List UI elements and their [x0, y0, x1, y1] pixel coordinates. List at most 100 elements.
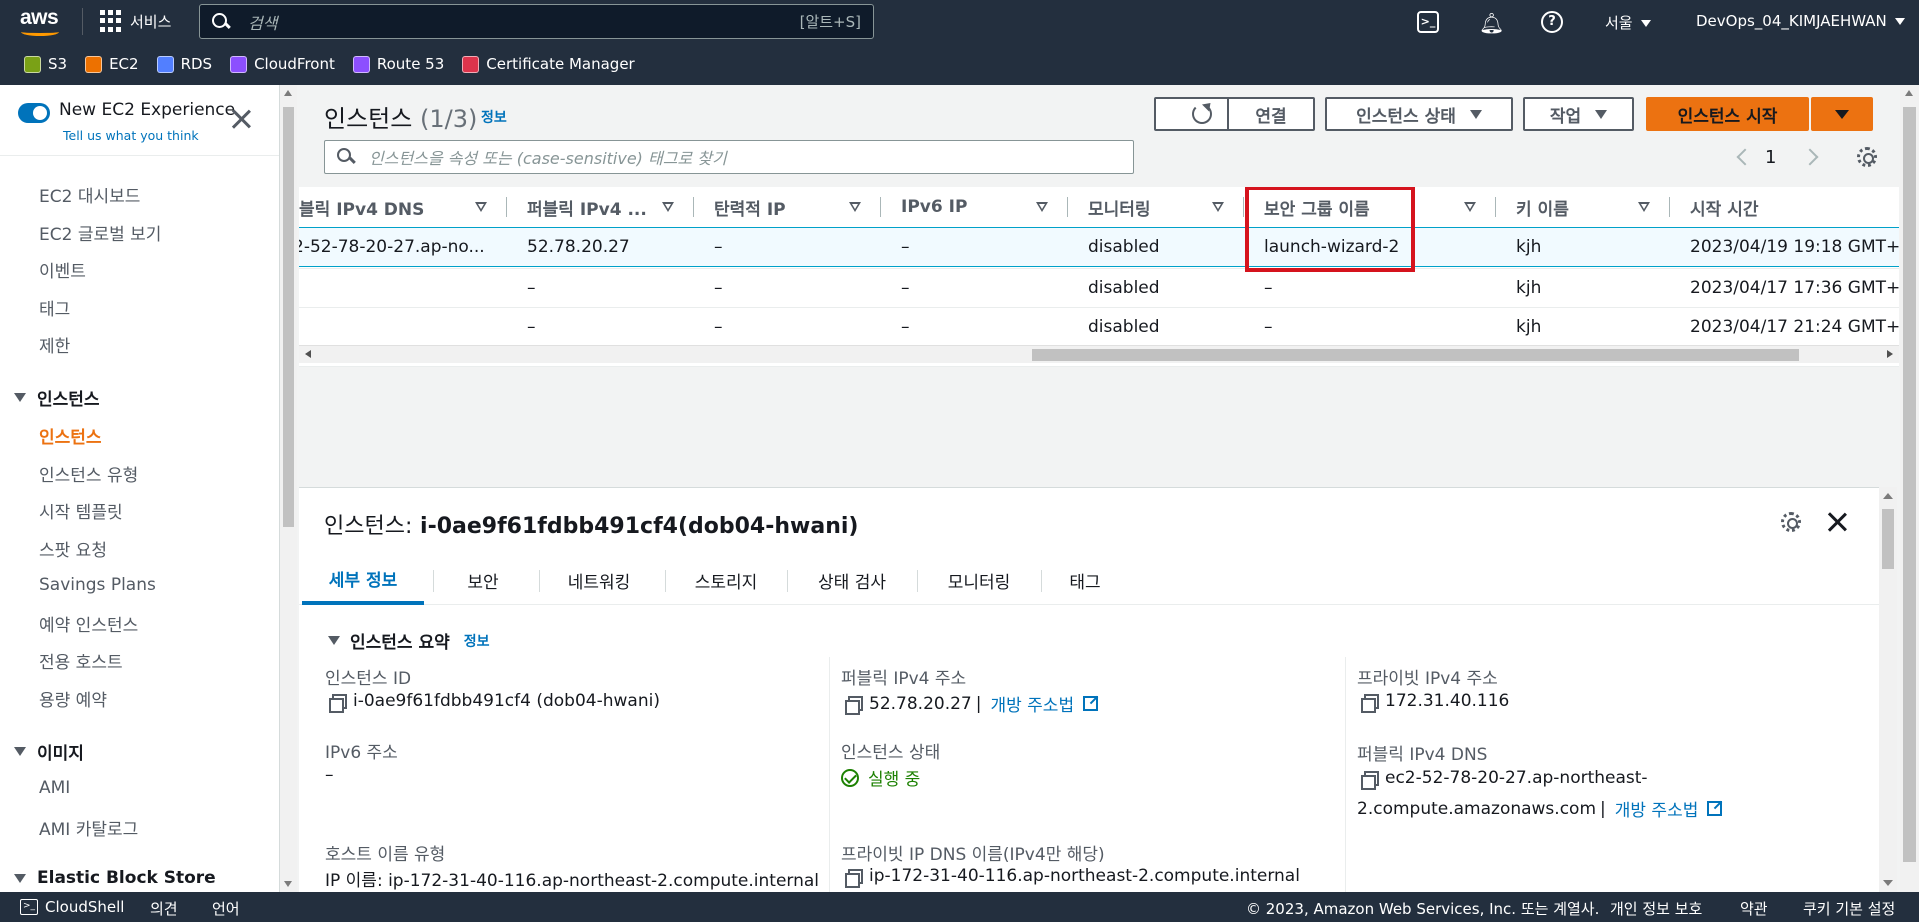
copy-icon[interactable]: [1361, 693, 1379, 713]
sidebar-section-instances[interactable]: 인스턴스: [14, 385, 100, 410]
search-input[interactable]: 검색 [알트+S]: [199, 4, 874, 39]
tab-tags[interactable]: 태그: [1041, 555, 1129, 605]
tab-status-checks[interactable]: 상태 검사: [787, 555, 917, 605]
table-row[interactable]: – – – disabled – kjh 2023/04/17 21:24 GM…: [299, 307, 1899, 347]
sidebar-item-limits[interactable]: 제한: [39, 332, 70, 357]
favorite-s3[interactable]: S3: [24, 55, 67, 73]
tab-security[interactable]: 보안: [433, 555, 533, 605]
copy-icon[interactable]: [845, 868, 863, 888]
sort-icon[interactable]: [1638, 202, 1650, 212]
sidebar-item-dedicated-hosts[interactable]: 전용 호스트: [39, 648, 123, 673]
table-row[interactable]: – – – disabled – kjh 2023/04/17 17:36 GM…: [299, 268, 1899, 308]
settings-gear-icon[interactable]: [1857, 147, 1877, 167]
favorite-rds[interactable]: RDS: [156, 55, 212, 73]
sidebar-item-ami[interactable]: AMI: [39, 778, 70, 798]
external-link-icon[interactable]: [1083, 696, 1099, 711]
detail-scrollbar[interactable]: [1879, 487, 1897, 892]
new-experience-toggle[interactable]: [18, 103, 50, 123]
feedback-link[interactable]: Tell us what you think: [63, 128, 199, 143]
connect-button[interactable]: 연결: [1227, 97, 1315, 131]
feedback-link[interactable]: 의견: [150, 898, 178, 919]
sidebar-item-savings-plans[interactable]: Savings Plans: [39, 575, 156, 595]
scrollbar-thumb[interactable]: [1882, 509, 1894, 569]
instance-state-button[interactable]: 인스턴스 상태: [1325, 97, 1513, 131]
help-icon[interactable]: ?: [1541, 11, 1563, 33]
table-row[interactable]: 2-52-78-20-27.ap-no... 52.78.20.27 – – d…: [299, 227, 1899, 267]
scroll-down-arrow[interactable]: [1883, 880, 1893, 886]
chevron-left-icon[interactable]: [1736, 148, 1754, 166]
sidebar-item-tags[interactable]: 태그: [39, 295, 70, 320]
terms-link[interactable]: 약관: [1740, 898, 1768, 919]
sort-icon[interactable]: [662, 202, 674, 212]
column-header-public-ipv4[interactable]: 퍼블릭 IPv4 ...: [527, 187, 647, 227]
tab-storage[interactable]: 스토리지: [665, 555, 787, 605]
cloudshell-icon[interactable]: >_: [1417, 11, 1439, 33]
scroll-up-arrow[interactable]: [284, 90, 292, 96]
external-link-icon[interactable]: [1707, 801, 1723, 816]
open-address-link[interactable]: 개방 주소법: [990, 691, 1074, 716]
column-divider[interactable]: [1067, 197, 1068, 217]
favorite-certificate-manager[interactable]: Certificate Manager: [462, 55, 635, 73]
copy-icon[interactable]: [1361, 770, 1379, 790]
open-address-link[interactable]: 개방 주소법: [1615, 796, 1699, 821]
chevron-right-icon[interactable]: [1801, 148, 1819, 166]
sidebar-section-ebs[interactable]: Elastic Block Store: [14, 868, 216, 888]
close-icon[interactable]: [1827, 512, 1847, 532]
cloudshell-link[interactable]: CloudShell: [45, 898, 124, 916]
column-header-monitoring[interactable]: 모니터링: [1088, 187, 1151, 227]
sidebar-item-instances[interactable]: 인스턴스: [39, 423, 102, 448]
info-link[interactable]: 정보: [464, 631, 490, 651]
copy-icon[interactable]: [845, 696, 863, 715]
filter-input[interactable]: 인스턴스을 속성 또는 (case-sensitive) 태그로 찾기: [324, 140, 1134, 174]
privacy-link[interactable]: 개인 정보 보호: [1610, 898, 1702, 919]
scrollbar-thumb[interactable]: [1032, 349, 1799, 361]
scrollbar-thumb[interactable]: [283, 107, 294, 527]
favorite-ec2[interactable]: EC2: [85, 55, 139, 73]
sidebar-item-dashboard[interactable]: EC2 대시보드: [39, 182, 140, 207]
column-header-public-dns[interactable]: 블릭 IPv4 DNS: [299, 187, 424, 227]
scroll-down-arrow[interactable]: [284, 881, 292, 887]
sidebar-item-spot-requests[interactable]: 스팟 요청: [39, 536, 107, 561]
tab-details[interactable]: 세부 정보: [302, 555, 424, 605]
cookie-preferences-link[interactable]: 쿠키 기본 설정: [1803, 898, 1895, 919]
actions-button[interactable]: 작업: [1523, 97, 1634, 131]
favorite-route53[interactable]: Route 53: [352, 55, 444, 73]
column-divider[interactable]: [880, 197, 881, 217]
favorite-cloudfront[interactable]: CloudFront: [230, 55, 335, 73]
tab-monitoring[interactable]: 모니터링: [917, 555, 1041, 605]
language-link[interactable]: 언어: [212, 898, 240, 919]
sidebar-item-reserved-instances[interactable]: 예약 인스턴스: [39, 611, 138, 636]
column-divider[interactable]: [1243, 197, 1244, 217]
launch-dropdown-button[interactable]: [1811, 97, 1873, 131]
scroll-up-arrow[interactable]: [1883, 493, 1893, 499]
sidebar-item-global-view[interactable]: EC2 글로벌 보기: [39, 220, 161, 245]
column-divider[interactable]: [693, 197, 694, 217]
scrollbar-thumb[interactable]: [1903, 107, 1916, 862]
page-number[interactable]: 1: [1765, 147, 1776, 168]
column-header-ipv6[interactable]: IPv6 IP: [901, 187, 967, 227]
services-menu[interactable]: 서비스: [100, 10, 171, 32]
sidebar-item-launch-templates[interactable]: 시작 템플릿: [39, 498, 123, 523]
scroll-left-arrow[interactable]: [305, 350, 311, 358]
scroll-right-arrow[interactable]: [1887, 350, 1893, 358]
sort-icon[interactable]: [1464, 202, 1476, 212]
aws-logo[interactable]: aws: [20, 6, 64, 36]
settings-gear-icon[interactable]: [1781, 512, 1801, 532]
column-header-key-name[interactable]: 키 이름: [1516, 187, 1569, 227]
sort-icon[interactable]: [475, 202, 487, 212]
page-scrollbar[interactable]: [1900, 85, 1919, 892]
info-link[interactable]: 정보: [481, 107, 507, 127]
column-divider[interactable]: [506, 197, 507, 217]
column-header-elastic-ip[interactable]: 탄력적 IP: [714, 187, 786, 227]
sort-icon[interactable]: [849, 202, 861, 212]
scroll-up-arrow[interactable]: [1905, 90, 1913, 96]
tab-networking[interactable]: 네트워킹: [539, 555, 659, 605]
cloudshell-icon[interactable]: >_: [20, 899, 38, 915]
sidebar-item-capacity-reservations[interactable]: 용량 예약: [39, 686, 107, 711]
copy-icon[interactable]: [329, 693, 347, 713]
column-divider[interactable]: [1669, 197, 1670, 217]
bell-icon[interactable]: 🔔︎: [1479, 11, 1504, 35]
region-selector[interactable]: 서울: [1605, 12, 1651, 33]
table-horizontal-scrollbar[interactable]: [299, 345, 1899, 363]
launch-instances-button[interactable]: 인스턴스 시작: [1646, 97, 1809, 131]
